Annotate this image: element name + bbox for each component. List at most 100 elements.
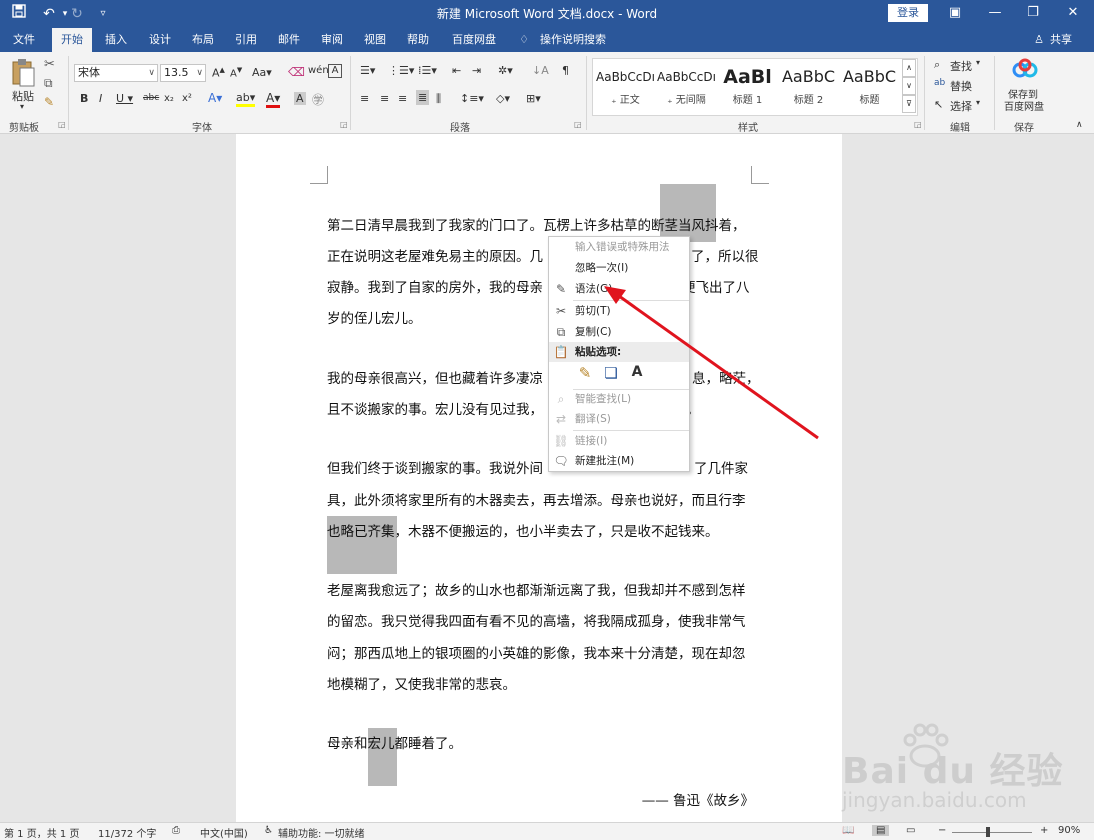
italic-icon[interactable]: I [99, 92, 102, 105]
enclose-char-icon[interactable]: ㊫ [312, 91, 324, 108]
font-size-combo[interactable]: 13.5 ∨ [160, 64, 206, 82]
cut-icon[interactable]: ✂ [44, 57, 55, 72]
doc-line[interactable]: 了几件家 [694, 454, 754, 485]
replace-button[interactable]: 替换 [950, 78, 972, 94]
superscript-icon[interactable]: x² [182, 93, 192, 104]
zoom-slider-track[interactable] [952, 832, 1032, 833]
replace-icon[interactable]: ab [934, 78, 945, 88]
share-button[interactable]: 共享 [1046, 28, 1076, 52]
select-button[interactable]: 选择 [950, 98, 972, 114]
accessibility-status[interactable]: 辅助功能: 一切就绪 [278, 825, 365, 840]
copy-icon[interactable]: ⧉ [44, 76, 53, 91]
borders-icon[interactable]: ⊞▾ [526, 92, 541, 105]
select-icon[interactable]: ↖ [934, 98, 943, 111]
minimize-icon[interactable]: — [980, 2, 1010, 24]
find-dropdown-icon[interactable]: ▾ [976, 58, 980, 67]
tab-references[interactable]: 引用 [226, 28, 266, 52]
subscript-icon[interactable]: x₂ [164, 93, 174, 104]
font-name-combo[interactable]: 宋体 ∨ [74, 64, 158, 82]
sort-icon[interactable]: ↓A [532, 64, 549, 77]
style-heading-1[interactable]: AaBl 标题 1 [717, 63, 778, 113]
proofing-icon[interactable]: ⎙ [172, 825, 180, 836]
login-button[interactable]: 登录 [888, 4, 928, 22]
doc-line[interactable]: 的留恋。我只觉得我四面有看不见的高墙，将我隔成孤身，使我非常气 [327, 607, 751, 638]
doc-line[interactable]: 寂静。我到了自家的房外，我的母亲 [327, 273, 547, 304]
tab-file[interactable]: 文件 [4, 28, 44, 52]
web-layout-icon[interactable]: ▭ [906, 825, 915, 836]
font-launcher-icon[interactable]: ◲ [340, 120, 348, 129]
doc-line[interactable]: 母亲和宏儿都睡着了。 [327, 729, 751, 760]
find-button[interactable]: 查找 [950, 58, 972, 74]
doc-line[interactable]: 也略已齐集，木器不便搬运的，也小半卖去了，只是收不起钱来。 [327, 517, 751, 548]
tab-layout[interactable]: 布局 [183, 28, 223, 52]
align-left-icon[interactable]: ≡ [360, 92, 369, 105]
tab-help[interactable]: 帮助 [398, 28, 438, 52]
line-spacing-icon[interactable]: ↕≡▾ [460, 92, 484, 105]
char-border-icon[interactable]: A [328, 64, 342, 78]
paste-dropdown-icon[interactable]: ▾ [20, 102, 24, 111]
change-case-icon[interactable]: Aa▾ [252, 66, 272, 79]
bullets-icon[interactable]: ☰▾ [360, 64, 375, 77]
tab-baidu-pan[interactable]: 百度网盘 [446, 28, 502, 52]
tab-view[interactable]: 视图 [355, 28, 395, 52]
tab-mailings[interactable]: 邮件 [269, 28, 309, 52]
format-painter-icon[interactable]: ✎ [44, 95, 54, 109]
justify-icon[interactable]: ≣ [416, 90, 430, 105]
shading-icon[interactable]: ◇▾ [496, 92, 510, 105]
zoom-out-icon[interactable]: − [938, 825, 946, 836]
clear-format-icon[interactable]: ⌫ [288, 65, 305, 79]
doc-line[interactable]: 但我们终于谈到搬家的事。我说外间 [327, 454, 547, 485]
zoom-in-icon[interactable]: + [1040, 825, 1048, 836]
language[interactable]: 中文(中国) [200, 825, 248, 840]
highlight-icon[interactable]: ab▾ [236, 91, 256, 107]
char-shading-icon[interactable]: A [294, 92, 306, 105]
style-normal[interactable]: AaBbCcDı ₊ 正文 [595, 63, 656, 113]
doc-line[interactable]: 正在说明这老屋难免易主的原因。几 [327, 242, 547, 273]
paragraph-launcher-icon[interactable]: ◲ [574, 120, 582, 129]
doc-line[interactable]: 了，所以很 [691, 242, 759, 273]
font-color-icon[interactable]: A▾ [266, 91, 281, 108]
paste-icon[interactable] [10, 58, 38, 90]
zoom-level[interactable]: 90% [1058, 825, 1080, 836]
bold-icon[interactable]: B [80, 92, 88, 105]
menu-item-new-comment[interactable]: 🗨 新建批注(M) [549, 451, 689, 471]
tell-me-search[interactable]: 操作说明搜索 [538, 28, 608, 52]
doc-line[interactable]: 地模糊了，又使我非常的悲哀。 [327, 670, 751, 701]
doc-line[interactable]: 老屋离我愈远了；故乡的山水也都渐渐远离了我，但我却并不感到怎样 [327, 576, 751, 607]
tab-design[interactable]: 设计 [140, 28, 180, 52]
decrease-indent-icon[interactable]: ⇤ [452, 64, 461, 77]
styles-scroll-down-icon[interactable]: ∨ [902, 77, 916, 95]
underline-icon[interactable]: U ▾ [116, 92, 133, 105]
baidu-save-button-line2[interactable]: 百度网盘 [1004, 98, 1044, 113]
show-marks-icon[interactable]: ¶ [562, 64, 569, 77]
find-icon[interactable]: ⌕ [934, 58, 940, 72]
collapse-ribbon-icon[interactable]: ∧ [1076, 120, 1083, 130]
close-icon[interactable]: ✕ [1058, 2, 1088, 24]
style-no-spacing[interactable]: AaBbCcDı ₊ 无间隔 [656, 63, 717, 113]
zoom-slider-thumb[interactable] [986, 827, 990, 837]
tab-home[interactable]: 开始 [52, 28, 92, 52]
styles-scroll-up-icon[interactable]: ∧ [902, 59, 916, 77]
doc-line[interactable]: 我的母亲很高兴，但也藏着许多凄凉 [327, 364, 547, 395]
select-dropdown-icon[interactable]: ▾ [976, 98, 980, 107]
tab-review[interactable]: 审阅 [312, 28, 352, 52]
align-center-icon[interactable]: ≡ [380, 92, 389, 105]
word-count[interactable]: 11/372 个字 [98, 825, 156, 840]
align-right-icon[interactable]: ≡ [398, 92, 407, 105]
numbering-icon[interactable]: ⋮☰▾ [388, 64, 414, 77]
restore-icon[interactable]: ❐ [1018, 2, 1048, 24]
increase-indent-icon[interactable]: ⇥ [472, 64, 481, 77]
print-layout-icon[interactable]: ▤ [872, 825, 890, 836]
clipboard-launcher-icon[interactable]: ◲ [58, 120, 66, 129]
page-count[interactable]: 第 1 页，共 1 页 [4, 825, 79, 840]
styles-more-icon[interactable]: ⊽ [902, 95, 916, 113]
doc-line[interactable]: 且不谈搬家的事。宏儿没有见过我， [327, 395, 547, 426]
text-effects-icon[interactable]: A▾ [208, 91, 222, 105]
ribbon-display-icon[interactable]: ▣ [940, 2, 970, 24]
chinese-layout-icon[interactable]: ✲▾ [498, 64, 513, 77]
doc-line[interactable]: 闷；那西瓜地上的银项圈的小英雄的影像，我本来十分清楚，现在却忽 [327, 639, 751, 670]
phonetic-guide-icon[interactable]: wén [308, 65, 329, 76]
baidu-pan-icon[interactable] [1012, 58, 1038, 83]
doc-signature[interactable]: —— 鲁迅《故乡》 [630, 786, 754, 817]
style-heading-2[interactable]: AaBbC 标题 2 [778, 63, 839, 113]
